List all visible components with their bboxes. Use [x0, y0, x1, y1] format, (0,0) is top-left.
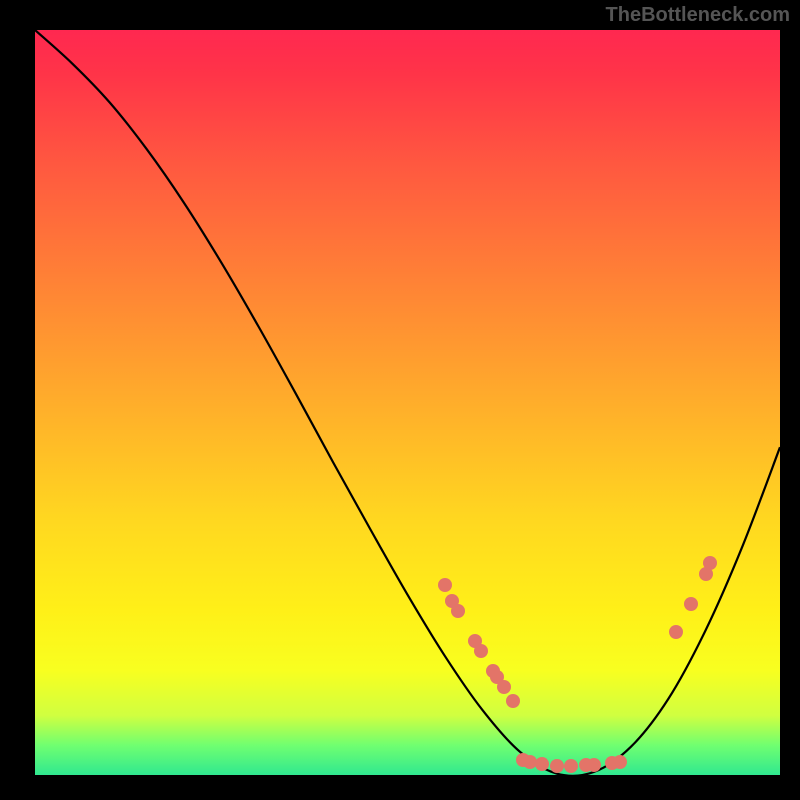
- data-marker: [535, 757, 549, 771]
- data-marker: [550, 759, 564, 773]
- data-marker: [438, 578, 452, 592]
- attribution-text: TheBottleneck.com: [606, 4, 790, 27]
- data-marker: [506, 694, 520, 708]
- data-marker: [587, 758, 601, 772]
- data-marker: [564, 759, 578, 773]
- data-marker: [669, 625, 683, 639]
- data-marker: [474, 644, 488, 658]
- bottleneck-curve: [35, 30, 780, 775]
- plot-area: [35, 30, 780, 775]
- data-marker: [613, 755, 627, 769]
- data-marker: [451, 604, 465, 618]
- data-marker: [703, 556, 717, 570]
- curve-svg: [35, 30, 780, 775]
- data-marker: [497, 680, 511, 694]
- data-marker: [684, 597, 698, 611]
